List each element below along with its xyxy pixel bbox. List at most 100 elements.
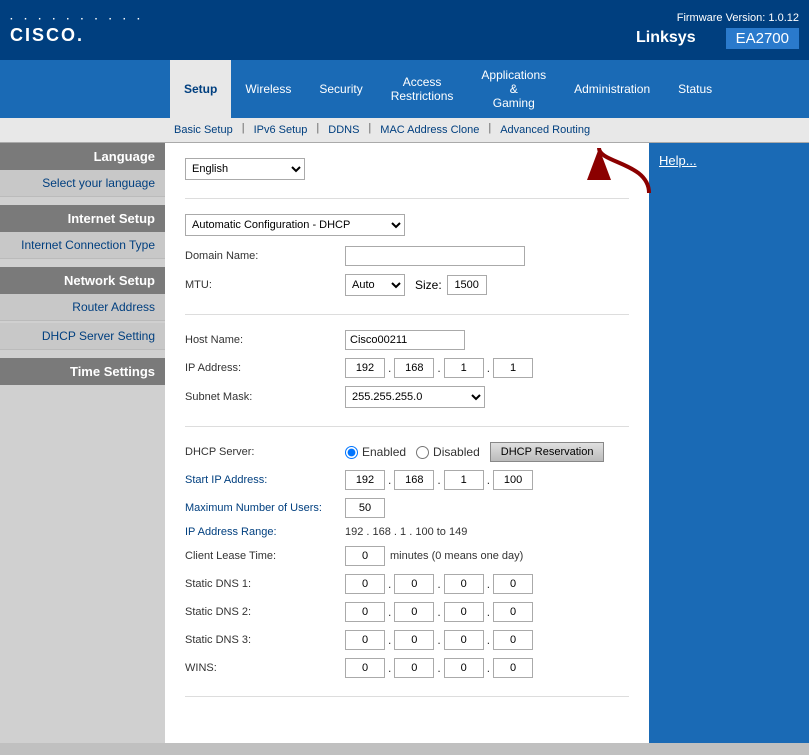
ip-oct2[interactable] — [394, 358, 434, 378]
network-setup-section: Host Name: IP Address: . . . Subnet Mask… — [185, 330, 629, 427]
subnet-row: Subnet Mask: 255.255.255.0 255.255.0.0 2… — [185, 386, 629, 408]
sidebar-language-label: Select your language — [0, 170, 165, 197]
dns3-group: . . . — [345, 630, 533, 650]
dns2-oct1[interactable] — [345, 602, 385, 622]
subnet-label: Subnet Mask: — [185, 391, 345, 403]
help-panel: Help... — [649, 143, 809, 743]
dns3-oct3[interactable] — [444, 630, 484, 650]
start-ip-oct1[interactable] — [345, 470, 385, 490]
dhcp-enabled-label-text: Enabled — [362, 445, 406, 459]
dhcp-section: DHCP Server: Enabled Disabled DHCP Reser… — [185, 442, 629, 697]
tab-applications-gaming[interactable]: Applications &Gaming — [467, 60, 560, 118]
wins-label: WINS: — [185, 662, 345, 674]
dns1-oct2[interactable] — [394, 574, 434, 594]
sidebar-section-internet: Internet Setup — [0, 205, 165, 232]
host-name-input[interactable] — [345, 330, 465, 350]
lease-time-row: Client Lease Time: minutes (0 means one … — [185, 546, 629, 566]
router-model: EA2700 — [726, 28, 799, 49]
subtab-ddns[interactable]: DDNS — [324, 122, 363, 138]
dns2-oct3[interactable] — [444, 602, 484, 622]
subtab-ipv6[interactable]: IPv6 Setup — [250, 122, 312, 138]
brand-linksys: Linksys — [636, 29, 696, 47]
dhcp-enabled-radio[interactable] — [345, 446, 358, 459]
sidebar: Language Select your language Internet S… — [0, 143, 165, 743]
content-area: English Spanish French Automatic Configu… — [165, 143, 649, 743]
dhcp-enabled-radio-label[interactable]: Enabled — [345, 445, 406, 459]
sidebar-section-language: Language — [0, 143, 165, 170]
firmware-version: Firmware Version: 1.0.12 — [636, 12, 799, 24]
dns2-group: . . . — [345, 602, 533, 622]
mtu-label: MTU: — [185, 279, 345, 291]
dns3-row: Static DNS 3: . . . — [185, 630, 629, 650]
mtu-size-input[interactable] — [447, 275, 487, 295]
main-layout: Language Select your language Internet S… — [0, 143, 809, 743]
tab-setup[interactable]: Setup — [170, 60, 231, 118]
dns2-oct2[interactable] — [394, 602, 434, 622]
language-row: English Spanish French — [185, 158, 629, 180]
start-ip-group: . . . — [345, 470, 533, 490]
dns3-oct2[interactable] — [394, 630, 434, 650]
sub-nav: Basic Setup | IPv6 Setup | DDNS | MAC Ad… — [0, 118, 809, 143]
max-users-label: Maximum Number of Users: — [185, 502, 345, 514]
dhcp-reservation-button[interactable]: DHCP Reservation — [490, 442, 605, 462]
dhcp-server-row: DHCP Server: Enabled Disabled DHCP Reser… — [185, 442, 629, 462]
start-ip-label: Start IP Address: — [185, 474, 345, 486]
wins-oct1[interactable] — [345, 658, 385, 678]
wins-group: . . . — [345, 658, 533, 678]
dhcp-disabled-radio[interactable] — [416, 446, 429, 459]
start-ip-oct3[interactable] — [444, 470, 484, 490]
dns2-oct4[interactable] — [493, 602, 533, 622]
start-ip-oct2[interactable] — [394, 470, 434, 490]
dhcp-disabled-radio-label[interactable]: Disabled — [416, 445, 480, 459]
help-link[interactable]: Help... — [659, 153, 697, 168]
dns1-oct3[interactable] — [444, 574, 484, 594]
main-nav: Setup Wireless Security AccessRestrictio… — [0, 60, 809, 118]
dns3-oct4[interactable] — [493, 630, 533, 650]
tab-security[interactable]: Security — [305, 60, 376, 118]
ip-address-group: . . . — [345, 358, 533, 378]
dns3-label: Static DNS 3: — [185, 634, 345, 646]
lease-time-suffix: minutes (0 means one day) — [390, 550, 523, 562]
language-select[interactable]: English Spanish French — [185, 158, 305, 180]
ip-oct1[interactable] — [345, 358, 385, 378]
ip-address-label: IP Address: — [185, 362, 345, 374]
top-bar: · · · · · · · · · · CISCO. Firmware Vers… — [0, 0, 809, 60]
lease-time-label: Client Lease Time: — [185, 550, 345, 562]
start-ip-oct4[interactable] — [493, 470, 533, 490]
dns1-group: . . . — [345, 574, 533, 594]
domain-name-label: Domain Name: — [185, 250, 345, 262]
ip-range-value: 192 . 168 . 1 . 100 to 149 — [345, 526, 467, 538]
mtu-type-select[interactable]: Auto Manual — [345, 274, 405, 296]
cisco-logo: · · · · · · · · · · CISCO. — [10, 14, 144, 46]
ip-range-label: IP Address Range: — [185, 526, 345, 538]
ip-oct3[interactable] — [444, 358, 484, 378]
dns1-label: Static DNS 1: — [185, 578, 345, 590]
wins-oct3[interactable] — [444, 658, 484, 678]
ip-oct4[interactable] — [493, 358, 533, 378]
connection-type-select[interactable]: Automatic Configuration - DHCP Static IP… — [185, 214, 405, 236]
arrow-indicator — [579, 143, 659, 203]
tab-administration[interactable]: Administration — [560, 60, 664, 118]
tab-access-restrictions[interactable]: AccessRestrictions — [377, 60, 468, 118]
wins-oct4[interactable] — [493, 658, 533, 678]
nav-area: Setup Wireless Security AccessRestrictio… — [0, 60, 809, 143]
wins-oct2[interactable] — [394, 658, 434, 678]
domain-name-input[interactable] — [345, 246, 525, 266]
subtab-basic-setup[interactable]: Basic Setup — [170, 122, 237, 138]
dhcp-disabled-label-text: Disabled — [433, 445, 480, 459]
tab-wireless[interactable]: Wireless — [231, 60, 305, 118]
subtab-advanced-routing[interactable]: Advanced Routing — [496, 122, 594, 138]
subnet-select[interactable]: 255.255.255.0 255.255.0.0 255.0.0.0 — [345, 386, 485, 408]
lease-time-input[interactable] — [345, 546, 385, 566]
mtu-size-label: Size: — [415, 278, 442, 292]
dns1-oct1[interactable] — [345, 574, 385, 594]
sidebar-dhcp: DHCP Server Setting — [0, 323, 165, 350]
connection-type-row: Automatic Configuration - DHCP Static IP… — [185, 214, 629, 236]
dns1-oct4[interactable] — [493, 574, 533, 594]
wins-row: WINS: . . . — [185, 658, 629, 678]
max-users-input[interactable] — [345, 498, 385, 518]
tab-status[interactable]: Status — [664, 60, 726, 118]
dns3-oct1[interactable] — [345, 630, 385, 650]
subtab-mac-clone[interactable]: MAC Address Clone — [376, 122, 483, 138]
host-name-row: Host Name: — [185, 330, 629, 350]
